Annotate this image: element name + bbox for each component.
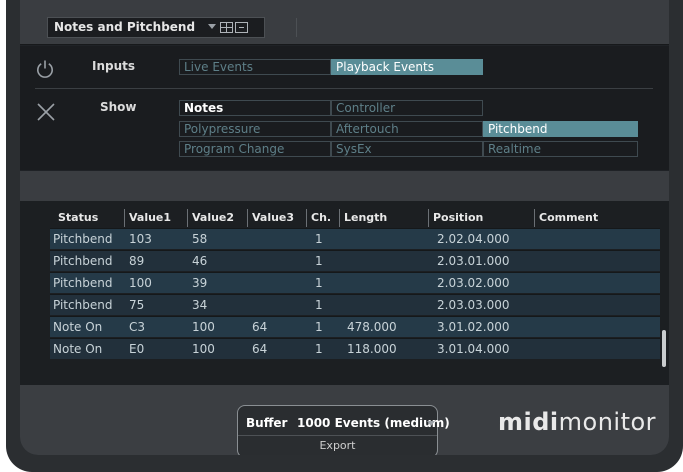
cell-channel: 1 — [315, 320, 323, 334]
cell-channel: 1 — [315, 342, 323, 356]
event-table: Status Value1 Value2 Value3 Ch. Length P… — [20, 201, 669, 385]
cell-value2: 100 — [192, 342, 215, 356]
show-label: Show — [100, 100, 137, 114]
table-row[interactable]: Pitchbend 75 34 1 2.03.03.000 — [50, 294, 660, 315]
cell-value1: 89 — [129, 254, 145, 268]
cell-position: 2.03.03.000 — [437, 298, 510, 312]
show-controller-button[interactable]: Controller — [331, 100, 483, 116]
input-playback-events-button[interactable]: Playback Events — [331, 59, 483, 75]
preset-divider — [296, 18, 297, 37]
filter-divider — [35, 88, 653, 89]
cell-value1: 75 — [129, 298, 145, 312]
table-row[interactable]: Note On E0 100 64 1 118.000 3.01.04.000 — [50, 338, 660, 359]
buffer-panel: Buffer 1000 Events (medium) Export — [237, 405, 450, 455]
cell-value2: 46 — [192, 254, 208, 268]
cell-channel: 1 — [315, 232, 323, 246]
cell-position: 2.03.01.000 — [437, 254, 510, 268]
midi-monitor-panel: Notes and Pitchbend Inputs Live Events P… — [20, 0, 669, 455]
cell-channel: 1 — [315, 298, 323, 312]
cell-length: 118.000 — [347, 342, 397, 356]
footer-panel: Buffer 1000 Events (medium) Export midim… — [20, 385, 669, 455]
buffer-label: Buffer — [246, 416, 288, 430]
input-live-events-button[interactable]: Live Events — [179, 59, 331, 75]
cell-status: Pitchbend — [53, 232, 113, 246]
show-polypressure-button[interactable]: Polypressure — [179, 121, 331, 137]
show-pitchbend-button[interactable]: Pitchbend — [483, 121, 638, 137]
table-row[interactable]: Note On C3 100 64 1 478.000 3.01.02.000 — [50, 316, 660, 337]
column-header-value3[interactable]: Value3 — [247, 209, 306, 227]
show-realtime-button[interactable]: Realtime — [483, 141, 638, 157]
add-preset-icon[interactable] — [220, 22, 233, 33]
cell-value1: E0 — [129, 342, 145, 356]
export-button[interactable]: Export — [238, 439, 437, 452]
preset-bar: Notes and Pitchbend — [20, 0, 669, 45]
preset-selector[interactable]: Notes and Pitchbend — [47, 17, 297, 38]
inputs-label: Inputs — [92, 59, 136, 73]
column-header-comment[interactable]: Comment — [534, 209, 662, 227]
show-aftertouch-button[interactable]: Aftertouch — [331, 121, 483, 137]
cell-value3: 64 — [252, 342, 268, 356]
cell-value1: C3 — [129, 320, 146, 334]
table-row[interactable]: Pitchbend 100 39 1 2.03.02.000 — [50, 272, 660, 293]
preset-dropdown-arrow-icon[interactable] — [208, 24, 216, 29]
cell-status: Pitchbend — [53, 276, 113, 290]
column-header-value2[interactable]: Value2 — [187, 209, 247, 227]
table-header: Status Value1 Value2 Value3 Ch. Length P… — [20, 209, 669, 227]
column-header-value1[interactable]: Value1 — [124, 209, 187, 227]
logo-bold-part: midi — [498, 408, 559, 436]
cell-length: 478.000 — [347, 320, 397, 334]
filter-panel: Inputs Live Events Playback Events Show … — [20, 46, 669, 170]
cell-value2: 58 — [192, 232, 208, 246]
column-header-status[interactable]: Status — [54, 209, 124, 227]
cell-value3: 64 — [252, 320, 268, 334]
table-scrollbar[interactable] — [662, 330, 666, 367]
buffer-divider — [238, 435, 437, 436]
column-header-channel[interactable]: Ch. — [306, 209, 339, 227]
table-row[interactable]: Pitchbend 89 46 1 2.03.01.000 — [50, 250, 660, 271]
cell-value2: 39 — [192, 276, 208, 290]
cell-status: Note On — [53, 342, 103, 356]
cell-position: 2.03.02.000 — [437, 276, 510, 290]
remove-preset-icon[interactable] — [235, 22, 248, 33]
cell-position: 3.01.02.000 — [437, 320, 510, 334]
cell-position: 3.01.04.000 — [437, 342, 510, 356]
cell-channel: 1 — [315, 276, 323, 290]
table-row[interactable]: Pitchbend 103 58 1 2.02.04.000 — [50, 228, 660, 249]
toolbar-spacer — [20, 171, 669, 201]
cell-status: Note On — [53, 320, 103, 334]
cell-value2: 34 — [192, 298, 208, 312]
cell-value1: 100 — [129, 276, 152, 290]
show-program-change-button[interactable]: Program Change — [179, 141, 331, 157]
preset-name: Notes and Pitchbend — [54, 20, 196, 34]
show-sysex-button[interactable]: SysEx — [331, 141, 483, 157]
cell-position: 2.02.04.000 — [437, 232, 510, 246]
cell-status: Pitchbend — [53, 298, 113, 312]
show-notes-button[interactable]: Notes — [179, 100, 331, 116]
power-icon[interactable] — [35, 59, 55, 79]
close-filter-icon[interactable] — [36, 102, 56, 122]
buffer-dropdown-arrow-icon[interactable] — [427, 421, 435, 426]
column-header-position[interactable]: Position — [428, 209, 534, 227]
cell-channel: 1 — [315, 254, 323, 268]
cell-value2: 100 — [192, 320, 215, 334]
midi-monitor-window: Notes and Pitchbend Inputs Live Events P… — [6, 0, 683, 472]
logo-light-part: monitor — [558, 408, 657, 436]
cell-status: Pitchbend — [53, 254, 113, 268]
midimonitor-logo: midimonitor — [498, 408, 656, 436]
column-header-length[interactable]: Length — [339, 209, 428, 227]
cell-value1: 103 — [129, 232, 152, 246]
